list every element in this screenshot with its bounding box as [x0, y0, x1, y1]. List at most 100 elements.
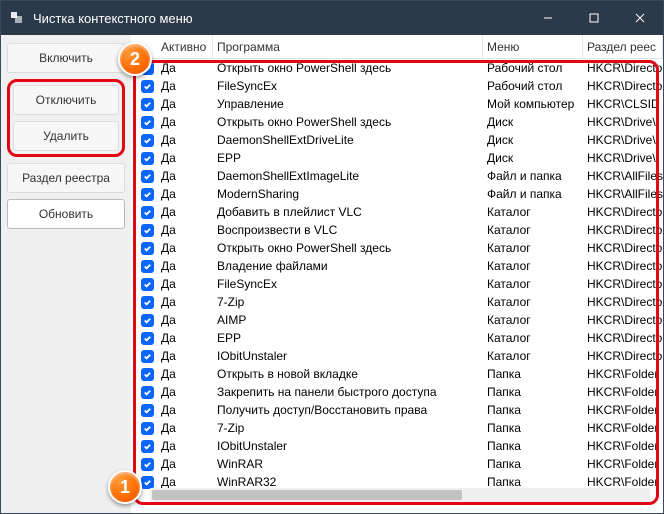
annotation-marker-1: 1 [108, 470, 142, 504]
table-row[interactable]: ДаModernSharingФайл и папкаHKCR\AllFiles [131, 185, 663, 203]
row-checkbox[interactable] [137, 80, 157, 93]
table-headers: Активно Программа Меню Раздел реес [131, 35, 663, 59]
cell-active: Да [157, 205, 213, 219]
horizontal-scrollbar[interactable] [150, 488, 650, 502]
table-row[interactable]: ДаEPPКаталогHKCR\Directo [131, 329, 663, 347]
header-menu[interactable]: Меню [483, 35, 583, 58]
body: Включить Отключить Удалить Раздел реестр… [1, 35, 663, 513]
cell-registry: HKCR\Directo [583, 205, 663, 219]
cell-program: IObitUnstaler [213, 349, 483, 363]
cell-active: Да [157, 385, 213, 399]
header-active[interactable]: Активно [157, 35, 213, 58]
row-checkbox[interactable] [137, 458, 157, 471]
row-checkbox[interactable] [137, 332, 157, 345]
row-checkbox[interactable] [137, 152, 157, 165]
cell-active: Да [157, 133, 213, 147]
table-row[interactable]: ДаПолучить доступ/Восстановить праваПапк… [131, 401, 663, 419]
row-checkbox[interactable] [137, 440, 157, 453]
cell-program: Получить доступ/Восстановить права [213, 403, 483, 417]
cell-active: Да [157, 457, 213, 471]
enable-button[interactable]: Включить [7, 43, 125, 73]
cell-menu: Папка [483, 421, 583, 435]
table-row[interactable]: ДаВладение файламиКаталогHKCR\Directo [131, 257, 663, 275]
table-row[interactable]: ДаДобавить в плейлист VLCКаталогHKCR\Dir… [131, 203, 663, 221]
table-row[interactable]: ДаDaemonShellExtImageLiteФайл и папкаHKC… [131, 167, 663, 185]
maximize-button[interactable] [571, 1, 617, 35]
cell-menu: Каталог [483, 241, 583, 255]
table-row[interactable]: ДаIObitUnstalerКаталогHKCR\Directo [131, 347, 663, 365]
cell-active: Да [157, 241, 213, 255]
cell-menu: Каталог [483, 331, 583, 345]
row-checkbox[interactable] [137, 314, 157, 327]
row-checkbox[interactable] [137, 278, 157, 291]
cell-registry: HKCR\Directo [583, 241, 663, 255]
cell-registry: HKCR\Directo [583, 79, 663, 93]
cell-registry: HKCR\Folder [583, 367, 663, 381]
app-window: Чистка контекстного меню Включить Отключ… [0, 0, 664, 514]
cell-menu: Диск [483, 133, 583, 147]
cell-program: EPP [213, 151, 483, 165]
cell-menu: Каталог [483, 277, 583, 291]
table-row[interactable]: ДаIObitUnstalerПапкаHKCR\Folder [131, 437, 663, 455]
row-checkbox[interactable] [137, 386, 157, 399]
row-checkbox[interactable] [137, 404, 157, 417]
cell-active: Да [157, 295, 213, 309]
cell-active: Да [157, 367, 213, 381]
refresh-button[interactable]: Обновить [7, 199, 125, 229]
table-row[interactable]: ДаОткрыть окно PowerShell здесьРабочий с… [131, 59, 663, 77]
table-row[interactable]: Да7-ZipПапкаHKCR\Folder [131, 419, 663, 437]
row-checkbox[interactable] [137, 350, 157, 363]
minimize-button[interactable] [525, 1, 571, 35]
cell-menu: Каталог [483, 259, 583, 273]
table-row[interactable]: ДаОткрыть окно PowerShell здесьКаталогHK… [131, 239, 663, 257]
row-checkbox[interactable] [137, 296, 157, 309]
table-row[interactable]: Да7-ZipКаталогHKCR\Directo [131, 293, 663, 311]
annotation-marker-2: 2 [118, 42, 152, 76]
cell-registry: HKCR\Folder [583, 403, 663, 417]
row-checkbox[interactable] [137, 368, 157, 381]
row-checkbox[interactable] [137, 224, 157, 237]
table-row[interactable]: ДаВоспроизвести в VLCКаталогHKCR\Directo [131, 221, 663, 239]
cell-registry: HKCR\AllFiles [583, 169, 663, 183]
table-row[interactable]: ДаDaemonShellExtDriveLiteДискHKCR\Drive\ [131, 131, 663, 149]
table-row[interactable]: ДаAIMPКаталогHKCR\Directo [131, 311, 663, 329]
table-row[interactable]: ДаЗакрепить на панели быстрого доступаПа… [131, 383, 663, 401]
cell-program: 7-Zip [213, 295, 483, 309]
table-row[interactable]: ДаУправлениеМой компьютерHKCR\CLSID [131, 95, 663, 113]
cell-menu: Диск [483, 151, 583, 165]
cell-active: Да [157, 403, 213, 417]
row-checkbox[interactable] [137, 242, 157, 255]
row-checkbox[interactable] [137, 206, 157, 219]
cell-registry: HKCR\Folder [583, 385, 663, 399]
cell-active: Да [157, 97, 213, 111]
row-checkbox[interactable] [137, 422, 157, 435]
row-checkbox[interactable] [137, 170, 157, 183]
cell-active: Да [157, 79, 213, 93]
cell-menu: Каталог [483, 349, 583, 363]
close-button[interactable] [617, 1, 663, 35]
table-row[interactable]: ДаEPPДискHKCR\Drive\ [131, 149, 663, 167]
table-row[interactable]: ДаОткрыть окно PowerShell здесьДискHKCR\… [131, 113, 663, 131]
table-row[interactable]: ДаОткрыть в новой вкладкеПапкаHKCR\Folde… [131, 365, 663, 383]
table-body: ДаОткрыть окно PowerShell здесьРабочий с… [131, 59, 663, 513]
registry-section-button[interactable]: Раздел реестра [7, 163, 125, 193]
row-checkbox[interactable] [137, 260, 157, 273]
delete-button[interactable]: Удалить [13, 121, 119, 151]
cell-menu: Мой компьютер [483, 97, 583, 111]
row-checkbox[interactable] [137, 188, 157, 201]
cell-registry: HKCR\CLSID [583, 97, 663, 111]
header-program[interactable]: Программа [213, 35, 483, 58]
cell-active: Да [157, 223, 213, 237]
table-row[interactable]: ДаWinRARПапкаHKCR\Folder [131, 455, 663, 473]
header-registry[interactable]: Раздел реес [583, 35, 663, 58]
cell-registry: HKCR\Directo [583, 61, 663, 75]
cell-registry: HKCR\Drive\ [583, 133, 663, 147]
row-checkbox[interactable] [137, 134, 157, 147]
row-checkbox[interactable] [137, 116, 157, 129]
cell-registry: HKCR\Folder [583, 475, 663, 489]
table-row[interactable]: Да FileSyncExРабочий столHKCR\Directo [131, 77, 663, 95]
scrollbar-thumb[interactable] [152, 490, 462, 500]
table-row[interactable]: Да FileSyncExКаталогHKCR\Directo [131, 275, 663, 293]
row-checkbox[interactable] [137, 98, 157, 111]
disable-button[interactable]: Отключить [13, 85, 119, 115]
